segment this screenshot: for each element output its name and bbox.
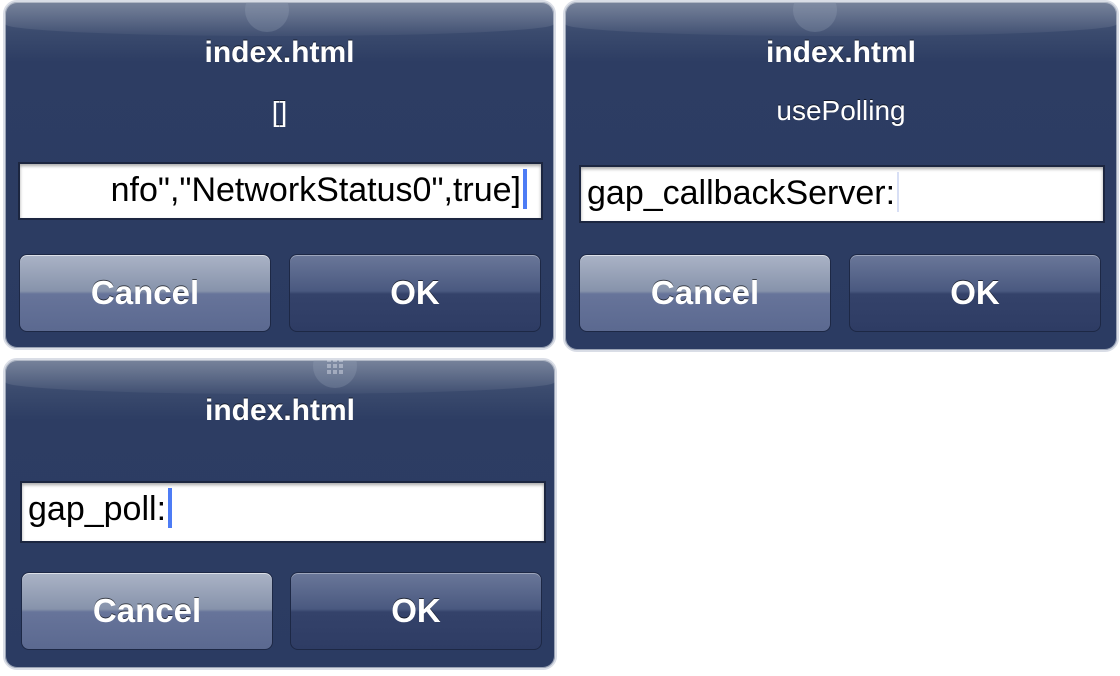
background-app-icon [245, 2, 289, 32]
prompt-dialog-1: index.html [] nfo","NetworkStatus0",true… [3, 0, 556, 350]
prompt-input[interactable]: gap_poll: [20, 481, 546, 543]
dialog-title: index.html [204, 394, 355, 427]
background-app-icon [793, 2, 837, 32]
prompt-input-value: nfo","NetworkStatus0",true] [110, 171, 521, 209]
dialog-message: usePolling [776, 95, 906, 126]
ok-button[interactable]: OK [849, 254, 1101, 332]
text-caret [897, 172, 900, 212]
prompt-dialog-2: index.html usePolling gap_callbackServer… [563, 0, 1119, 352]
prompt-dialog-3: index.html gap_poll: Cancel OK [3, 358, 557, 670]
prompt-input-value: gap_callbackServer: [587, 174, 896, 212]
dialog-title: index.html [765, 36, 916, 69]
background-app-icon [313, 360, 357, 388]
cancel-button[interactable]: Cancel [21, 572, 273, 650]
grid-icon [327, 360, 343, 374]
cancel-button[interactable]: Cancel [579, 254, 831, 332]
dialog-title: index.html [204, 36, 355, 69]
ok-button[interactable]: OK [289, 254, 541, 332]
text-caret [168, 488, 173, 528]
prompt-input[interactable]: gap_callbackServer: [579, 165, 1105, 223]
cancel-button[interactable]: Cancel [19, 254, 271, 332]
ok-button[interactable]: OK [290, 572, 542, 650]
prompt-input-value: gap_poll: [28, 490, 167, 528]
prompt-input[interactable]: nfo","NetworkStatus0",true] [18, 162, 543, 220]
text-caret [523, 169, 527, 209]
dialog-message: [] [271, 96, 288, 127]
